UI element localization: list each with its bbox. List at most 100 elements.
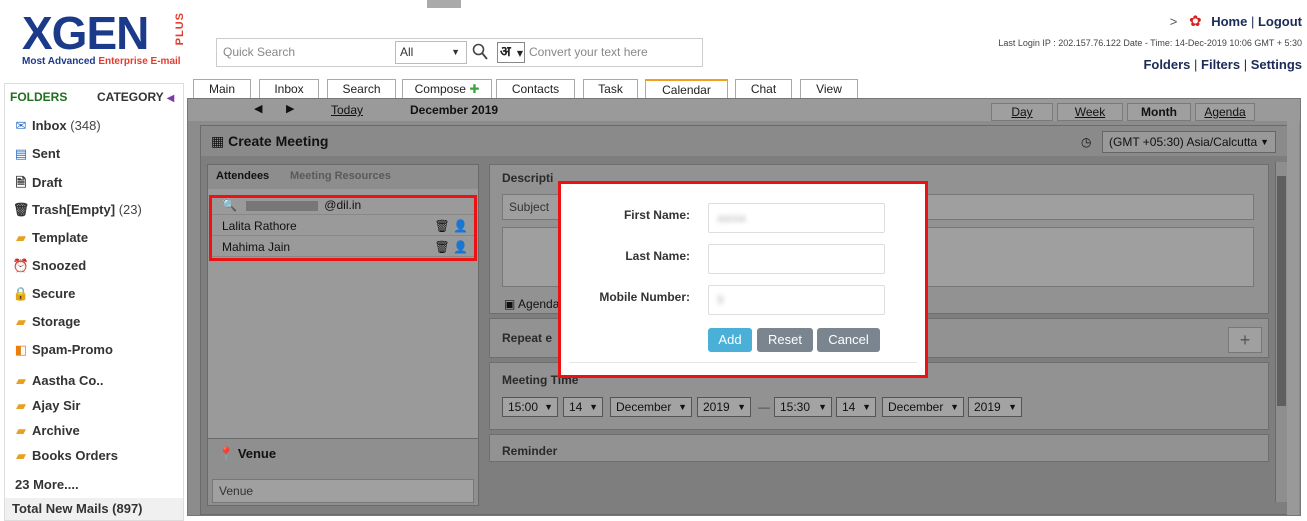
inbox-icon: ✉ — [15, 118, 27, 133]
trash-icon: 🗑 — [12, 202, 30, 217]
agenda-icon: ▣ — [504, 297, 516, 311]
tab-contacts[interactable]: Contacts — [496, 79, 575, 99]
sidebar-item-draft[interactable]: 🗎 Draft — [12, 174, 63, 196]
clock-icon: ⏰ — [12, 258, 30, 273]
settings-link[interactable]: Settings — [1251, 57, 1302, 72]
draft-icon: 🗎 — [15, 175, 27, 190]
separator: | — [1194, 57, 1198, 72]
last-name-field[interactable] — [708, 244, 885, 274]
mobile-number-field[interactable]: 9 — [708, 285, 885, 315]
plus-icon: ✚ — [469, 82, 480, 96]
view-day-button[interactable]: Day — [991, 103, 1053, 121]
sidebar-custom-folder[interactable]: ▰ Ajay Sir — [12, 398, 80, 420]
reset-button[interactable]: Reset — [757, 328, 813, 352]
add-repeat-button[interactable]: + — [1228, 327, 1262, 353]
sidebar: FOLDERS CATEGORY ◀ ✉ Inbox (348) ▤ Sent 🗎 Dr… — [4, 83, 184, 521]
tab-inbox[interactable]: Inbox — [259, 79, 319, 99]
storage-icon: ▰ — [16, 314, 26, 329]
section-title: Descripti — [502, 171, 554, 185]
section-title: Repeat e — [502, 331, 553, 345]
separator: | — [1243, 57, 1248, 72]
agenda-attachment[interactable]: ▣ Agenda — [504, 297, 559, 311]
tab-calendar[interactable]: Calendar — [645, 79, 728, 99]
folder-icon: ▰ — [16, 423, 26, 438]
sidebar-custom-folder[interactable]: ▰ Aastha Co.. — [12, 373, 104, 395]
sidebar-item-trash[interactable]: 🗑 Trash[Empty] (23) — [12, 202, 142, 224]
sidebar-item-storage[interactable]: ▰ Storage — [12, 314, 80, 336]
quick-search-input[interactable]: Quick Search — [217, 39, 395, 66]
end-month-select[interactable]: December ▼ — [882, 397, 964, 417]
end-hour-select[interactable]: 15:30 ▼ — [774, 397, 832, 417]
search-icon[interactable] — [472, 43, 488, 61]
clock-icon: ◷ — [1081, 135, 1092, 149]
logo-tagline: Most Advanced Enterprise E-mail — [22, 56, 181, 67]
tab-chat[interactable]: Chat — [735, 79, 792, 99]
language-button[interactable]: अ ▼ — [497, 42, 525, 63]
convert-text-input[interactable]: Convert your text here — [527, 41, 699, 64]
tab-main[interactable]: Main — [193, 79, 251, 99]
page-title: ▦ Create Meeting — [211, 133, 329, 149]
scrollbar-thumb[interactable] — [1277, 176, 1286, 406]
next-month-icon[interactable]: ▶ — [286, 102, 294, 115]
tab-task[interactable]: Task — [583, 79, 638, 99]
folder-icon: ▰ — [16, 373, 26, 388]
top-links: > ✿ Home | Logout — [1170, 12, 1302, 30]
attendees-highlight-frame — [209, 195, 477, 261]
divider — [569, 362, 917, 363]
cancel-button[interactable]: Cancel — [817, 328, 880, 352]
last-name-label: Last Name: — [625, 249, 690, 263]
sidebar-item-sent[interactable]: ▤ Sent — [12, 146, 60, 168]
add-contact-dialog: First Name: aasia Last Name: Mobile Numb… — [558, 181, 928, 378]
venue-input[interactable]: Venue — [212, 479, 474, 503]
range-dash: — — [758, 400, 770, 414]
sidebar-item-inbox[interactable]: ✉ Inbox (348) — [12, 118, 101, 140]
timezone-select[interactable]: (GMT +05:30) Asia/Calcutta ▼ — [1102, 131, 1276, 153]
prev-month-icon[interactable]: ◀ — [254, 102, 262, 115]
filters-link[interactable]: Filters — [1201, 57, 1240, 72]
xgen-logo[interactable]: XGEN PLUS Most Advanced Enterprise E-mai… — [18, 4, 193, 74]
folders-heading[interactable]: FOLDERS — [10, 90, 67, 104]
sidebar-item-secure[interactable]: 🔒 Secure — [12, 286, 75, 308]
sidebar-item-template[interactable]: ▰ Template — [12, 230, 88, 252]
start-year-select[interactable]: 2019 ▼ — [697, 397, 751, 417]
home-link[interactable]: Home — [1211, 14, 1247, 29]
first-name-field[interactable]: aasia — [708, 203, 885, 233]
total-new-mails: Total New Mails (897) — [5, 498, 183, 520]
calendar-icon: ▦ — [211, 133, 225, 149]
logout-link[interactable]: Logout — [1258, 14, 1302, 29]
start-hour-select[interactable]: 15:00 ▼ — [502, 397, 558, 417]
view-week-button[interactable]: Week — [1057, 103, 1123, 121]
main-scrollbar[interactable] — [1287, 121, 1299, 515]
end-day-select[interactable]: 14 ▼ — [836, 397, 876, 417]
last-login-info: Last Login IP : 202.157.76.122 Date - Ti… — [998, 38, 1302, 48]
tab-search[interactable]: Search — [327, 79, 396, 99]
category-heading[interactable]: CATEGORY ◀ — [97, 90, 174, 104]
location-pin-icon: 📍 — [218, 446, 235, 461]
logo-text: XGEN — [22, 7, 149, 59]
tab-attendees[interactable]: Attendees — [216, 170, 269, 182]
logo-plus: PLUS — [174, 12, 186, 46]
sidebar-item-snoozed[interactable]: ⏰ Snoozed — [12, 258, 86, 280]
search-scope-select[interactable]: All ▼ — [395, 41, 467, 64]
separator: | — [1250, 14, 1255, 29]
today-link[interactable]: Today — [331, 103, 363, 117]
settings-flower-icon[interactable]: ✿ — [1189, 13, 1202, 30]
tab-meeting-resources[interactable]: Meeting Resources — [290, 170, 391, 182]
tab-compose[interactable]: Compose ✚ — [402, 79, 492, 99]
panel-scrollbar[interactable] — [1275, 162, 1287, 502]
sidebar-custom-folder[interactable]: ▰ Archive — [12, 423, 80, 445]
view-month-button[interactable]: Month — [1127, 103, 1191, 121]
lock-icon: 🔒 — [12, 286, 30, 301]
mobile-number-label: Mobile Number: — [599, 290, 690, 304]
more-folders-link[interactable]: 23 More.... — [15, 477, 79, 499]
start-month-select[interactable]: December ▼ — [610, 397, 692, 417]
sidebar-custom-folder[interactable]: ▰ Books Orders — [12, 448, 118, 470]
start-day-select[interactable]: 14 ▼ — [563, 397, 603, 417]
add-button[interactable]: Add — [708, 328, 752, 352]
venue-section: 📍 Venue Venue — [207, 438, 479, 506]
sidebar-item-spam-promo[interactable]: ◧ Spam-Promo — [12, 342, 113, 364]
end-year-select[interactable]: 2019 ▼ — [968, 397, 1022, 417]
tab-view[interactable]: View — [800, 79, 858, 99]
folders-link[interactable]: Folders — [1143, 57, 1190, 72]
view-agenda-button[interactable]: Agenda — [1195, 103, 1255, 121]
